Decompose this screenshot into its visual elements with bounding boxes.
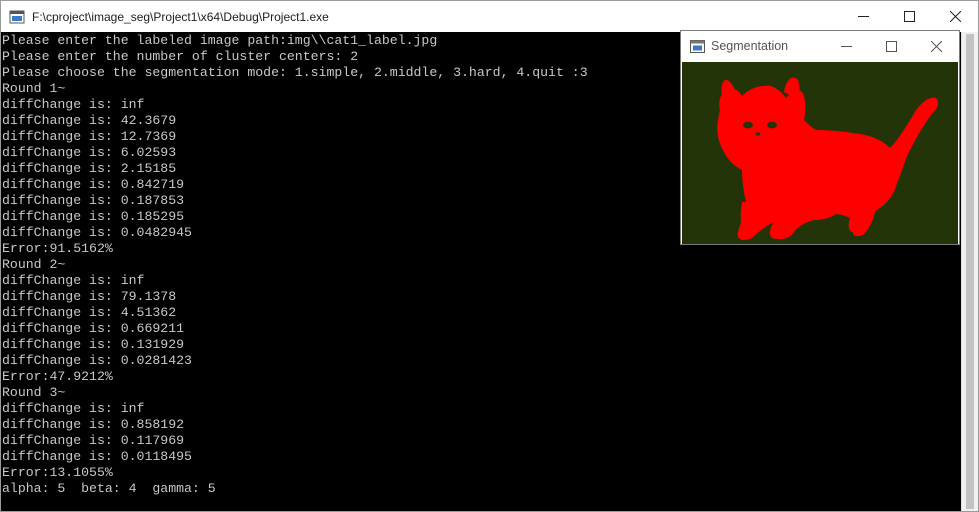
console-line: diffChange is: inf (2, 401, 145, 416)
console-line: Error:47.9212% (2, 369, 113, 384)
console-line: Round 3~ (2, 385, 66, 400)
console-scrollbar[interactable] (961, 32, 978, 511)
console-window-controls (840, 1, 978, 32)
console-app-icon (9, 9, 25, 25)
cat-eye-right (767, 121, 777, 129)
console-line: alpha: 5 beta: 4 gamma: 5 (2, 481, 216, 496)
console-line: diffChange is: inf (2, 273, 145, 288)
console-titlebar[interactable]: F:\cproject\image_seg\Project1\x64\Debug… (1, 1, 978, 32)
segmentation-window-title: Segmentation (711, 39, 789, 53)
segmentation-window: Segmentation (680, 30, 960, 245)
cat-eye-left (743, 121, 753, 129)
cat-ear-left (721, 79, 738, 98)
image-window-icon (690, 39, 705, 54)
console-line: diffChange is: 0.131929 (2, 337, 185, 352)
console-line: Round 2~ (2, 257, 66, 272)
segmentation-maximize-button[interactable] (869, 31, 914, 61)
segmentation-window-controls (824, 31, 959, 61)
console-line: diffChange is: 0.0118495 (2, 449, 192, 464)
segmentation-titlebar[interactable]: Segmentation (681, 31, 959, 61)
console-line: diffChange is: 0.0281423 (2, 353, 192, 368)
segmentation-minimize-button[interactable] (824, 31, 869, 61)
segmented-cat-image (717, 77, 939, 240)
console-line: diffChange is: 0.858192 (2, 417, 185, 432)
close-icon (931, 40, 942, 52)
console-line: diffChange is: 0.117969 (2, 433, 185, 448)
console-line: Error:13.1055% (2, 465, 113, 480)
segmentation-close-button[interactable] (914, 31, 959, 61)
segmentation-image (682, 62, 958, 244)
minimize-icon (841, 45, 852, 47)
console-line: diffChange is: 0.669211 (2, 321, 185, 336)
maximize-icon (903, 11, 915, 22)
minimize-icon (857, 16, 869, 17)
console-line: diffChange is: 4.51362 (2, 305, 177, 320)
console-minimize-button[interactable] (840, 1, 886, 32)
console-maximize-button[interactable] (886, 1, 932, 32)
close-icon (949, 11, 961, 22)
console-line: diffChange is: 79.1378 (2, 289, 177, 304)
scrollbar-thumb[interactable] (966, 34, 974, 509)
cat-nose (755, 132, 761, 136)
segmented-cat-mask (717, 77, 939, 240)
maximize-icon (886, 40, 897, 52)
console-close-button[interactable] (932, 1, 978, 32)
console-window-title: F:\cproject\image_seg\Project1\x64\Debug… (32, 9, 329, 24)
